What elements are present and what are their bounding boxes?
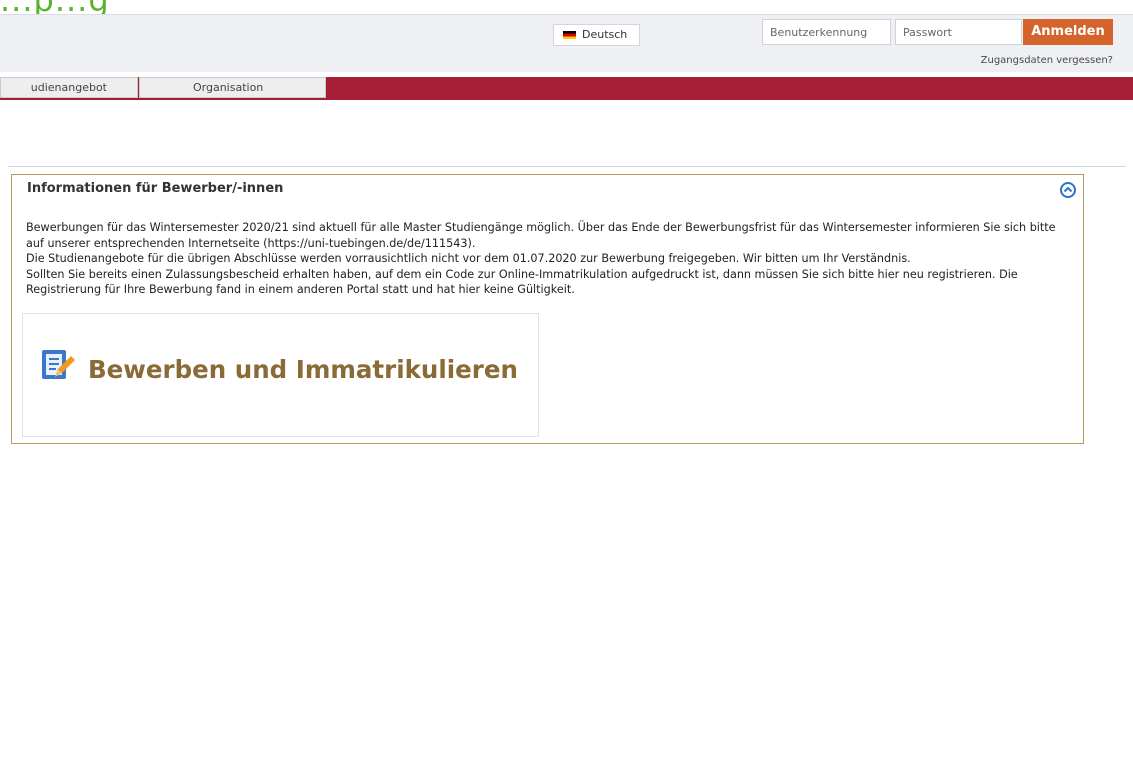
password-input[interactable] xyxy=(895,19,1022,45)
language-label: Deutsch xyxy=(582,28,628,41)
info-box-title: Informationen für Bewerber/-innen xyxy=(27,181,284,196)
site-logo[interactable]: ...p...g xyxy=(0,0,110,14)
edit-document-icon xyxy=(40,347,76,387)
language-button[interactable]: Deutsch xyxy=(553,24,640,46)
top-banner: ...p...g xyxy=(0,0,1133,14)
apply-and-enroll-card[interactable]: Bewerben und Immatrikulieren xyxy=(22,313,539,437)
chevron-up-circle-icon[interactable] xyxy=(1060,182,1076,198)
nav-tab-label: Organisation xyxy=(193,81,264,94)
info-text: Bewerbungen für das Wintersemester 2020/… xyxy=(26,220,1066,298)
forgot-credentials-link[interactable]: Zugangsdaten vergessen? xyxy=(981,55,1113,66)
info-paragraph: Bewerbungen für das Wintersemester 2020/… xyxy=(26,221,1056,250)
login-button[interactable]: Anmelden xyxy=(1023,19,1113,45)
nav-tab-label: udienangebot xyxy=(30,81,107,94)
applicant-info-box: Informationen für Bewerber/-innen Bewerb… xyxy=(11,174,1084,444)
username-input[interactable] xyxy=(762,19,891,45)
nav-tab-organisation[interactable]: Organisation xyxy=(139,77,326,98)
apply-card-label: Bewerben und Immatrikulieren xyxy=(88,355,518,384)
info-paragraph: Die Studienangebote für die übrigen Absc… xyxy=(26,252,911,265)
header-bar: Deutsch Anmelden Zugangsdaten vergessen? xyxy=(0,14,1133,72)
german-flag-icon xyxy=(563,31,576,39)
info-paragraph: Sollten Sie bereits einen Zulassungsbesc… xyxy=(26,267,1018,297)
content-divider xyxy=(8,166,1126,167)
main-nav-bar: udienangebot Organisation xyxy=(0,77,1133,100)
nav-tab-studienangebot[interactable]: udienangebot xyxy=(0,77,138,98)
